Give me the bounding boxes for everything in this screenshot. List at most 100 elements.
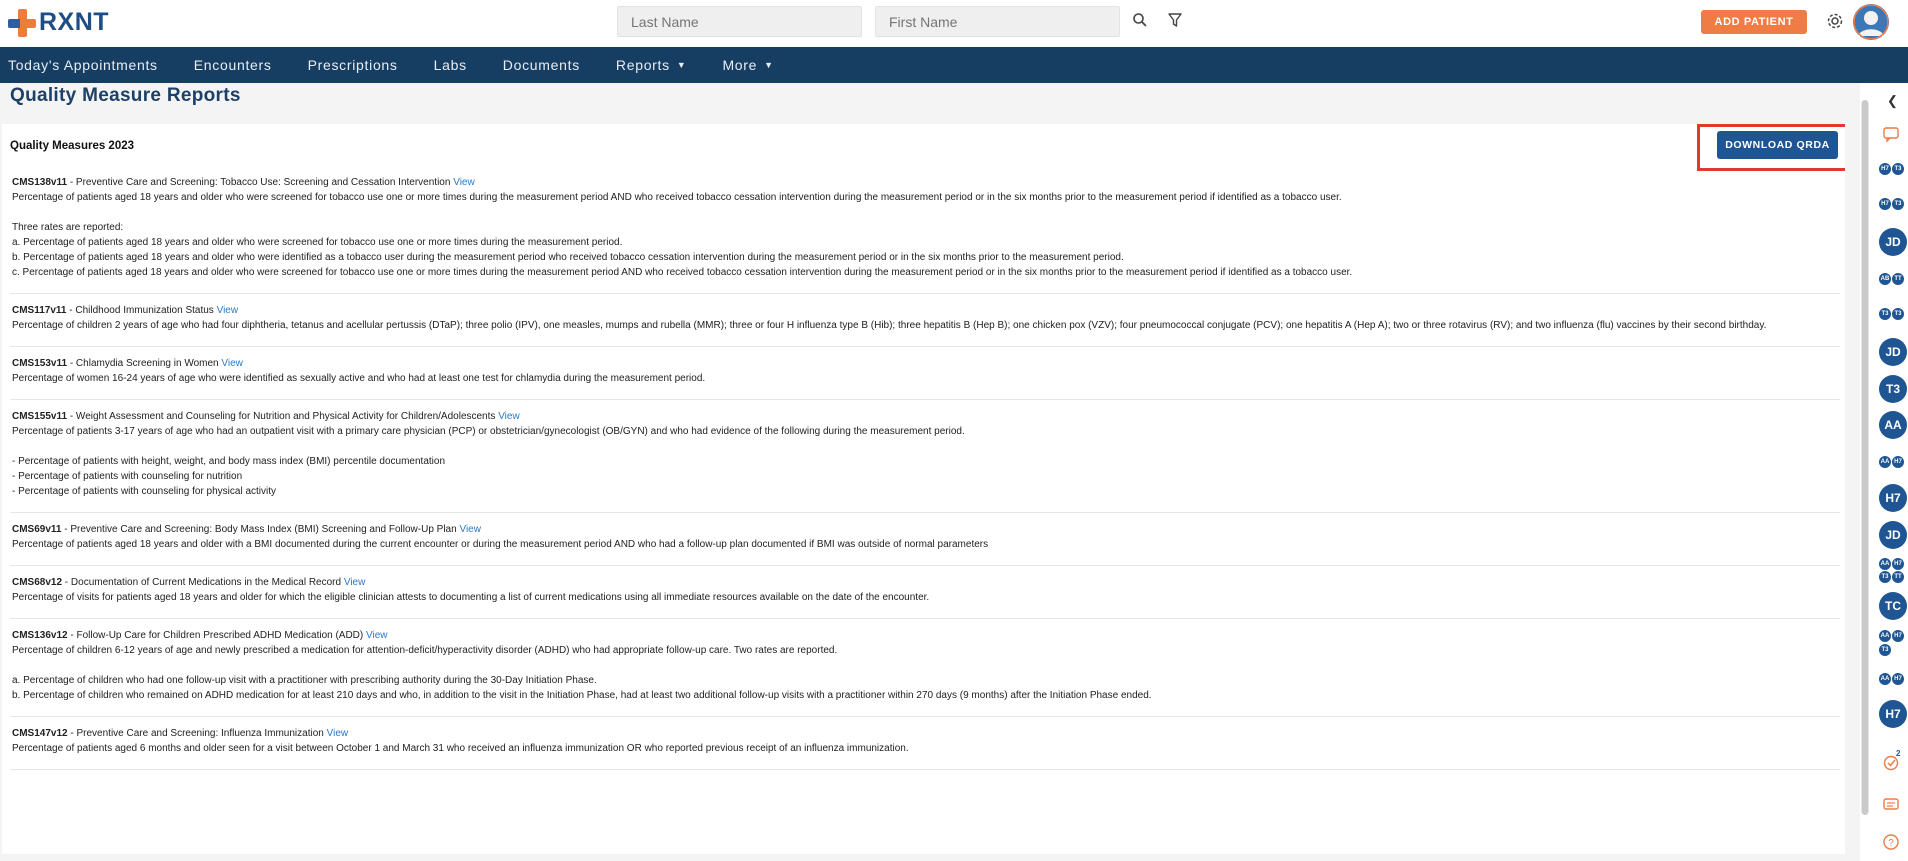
measure-description: Percentage of children 6-12 years of age…	[12, 645, 838, 656]
group-bubbles[interactable]: H7 T3	[1879, 198, 1904, 210]
help-icon[interactable]: ?	[1882, 833, 1900, 851]
nav-encounters[interactable]: Encounters	[186, 57, 290, 73]
add-patient-button[interactable]: ADD PATIENT	[1701, 10, 1807, 34]
nav-todays-appointments[interactable]: Today's Appointments	[0, 57, 176, 73]
chevron-down-icon: ▼	[764, 60, 774, 70]
user-bubble[interactable]: AA	[1879, 411, 1907, 439]
mini-bubble: H7	[1879, 198, 1891, 210]
nav-label: Labs	[433, 57, 467, 73]
scrollbar[interactable]	[1861, 100, 1869, 815]
mini-bubble: AA	[1879, 558, 1891, 570]
view-link[interactable]: View	[344, 577, 366, 588]
measure-code: CMS69v11	[12, 524, 62, 535]
measure-description: Percentage of women 16-24 years of age w…	[12, 373, 706, 384]
rxnt-logo[interactable]: RXNT	[8, 8, 109, 37]
logo-cross-icon	[8, 8, 36, 37]
nav-labs[interactable]: Labs	[426, 57, 485, 73]
group-bubbles[interactable]: AB TT	[1879, 273, 1904, 285]
measure-code: CMS138v11	[12, 177, 68, 188]
nav-label: Reports	[615, 57, 670, 73]
measure-code: CMS117v11	[12, 305, 67, 316]
measure-name: - Chlamydia Screening in Women	[67, 358, 222, 369]
measure-description: - Percentage of patients with height, we…	[12, 456, 446, 467]
view-link[interactable]: View	[366, 630, 388, 641]
measure-description: b. Percentage of children who remained o…	[12, 690, 1152, 701]
mini-bubble: H7	[1892, 558, 1904, 570]
measure-description: - Percentage of patients with counseling…	[12, 471, 243, 482]
group-bubbles[interactable]: AA H7	[1879, 558, 1904, 570]
measure-heading: CMS147v12 - Preventive Care and Screenin…	[12, 726, 1840, 741]
user-bubble[interactable]: H7	[1879, 484, 1907, 512]
user-bubble[interactable]: T3	[1879, 375, 1907, 403]
user-bubble[interactable]: JD	[1879, 228, 1907, 256]
measure-description: a. Percentage of children who had one fo…	[12, 675, 597, 686]
group-bubbles[interactable]: H7 T3	[1879, 163, 1904, 175]
nav-reports[interactable]: Reports ▼	[608, 57, 705, 73]
group-bubbles[interactable]: AA H7	[1879, 673, 1904, 685]
group-bubbles[interactable]: T3 TT	[1879, 571, 1904, 583]
group-bubbles[interactable]: AA H7	[1879, 456, 1904, 468]
logo-text: RXNT	[39, 8, 110, 36]
view-link[interactable]: View	[498, 411, 520, 422]
task-count-badge: 2	[1896, 749, 1901, 758]
gear-icon[interactable]	[1823, 9, 1847, 33]
chat-icon[interactable]	[1882, 125, 1900, 143]
first-name-input[interactable]	[875, 6, 1120, 37]
mini-bubble: H7	[1892, 456, 1904, 468]
last-name-input[interactable]	[617, 6, 862, 37]
user-bubble[interactable]: TC	[1879, 592, 1907, 620]
message-icon[interactable]	[1882, 796, 1900, 814]
measure-name: - Preventive Care and Screening: Tobacco…	[67, 177, 454, 188]
filter-icon[interactable]	[1163, 8, 1187, 32]
measure-description: Percentage of visits for patients aged 1…	[12, 592, 930, 603]
download-qrda-button[interactable]: DOWNLOAD QRDA	[1717, 131, 1838, 159]
mini-bubble: AB	[1879, 273, 1891, 285]
user-avatar[interactable]	[1853, 4, 1889, 40]
mini-bubble: T3	[1879, 571, 1891, 583]
measure-heading: CMS155v11 - Weight Assessment and Counse…	[12, 409, 1840, 424]
measure-item: CMS117v11 - Childhood Immunization Statu…	[10, 294, 1840, 347]
chevron-left-icon[interactable]: ❮	[1887, 93, 1898, 109]
measure-code: CMS153v11	[12, 358, 68, 369]
measure-code: CMS68v12	[12, 577, 63, 588]
mini-bubble: H7	[1892, 630, 1904, 642]
measure-description: Percentage of patients aged 18 years and…	[12, 192, 1342, 203]
measure-heading: CMS138v11 - Preventive Care and Screenin…	[12, 175, 1840, 190]
view-link[interactable]: View	[327, 728, 349, 739]
section-title: Quality Measures 2023	[10, 140, 135, 152]
mini-bubble: AA	[1879, 673, 1891, 685]
measure-item: CMS136v12 - Follow-Up Care for Children …	[10, 619, 1840, 717]
view-link[interactable]: View	[453, 177, 475, 188]
mini-bubble: TT	[1892, 571, 1904, 583]
measure-code: CMS147v12	[12, 728, 68, 739]
page-title: Quality Measure Reports	[10, 85, 241, 106]
nav-documents[interactable]: Documents	[495, 57, 598, 73]
group-bubbles[interactable]: T3 T3	[1879, 308, 1904, 320]
user-bubble[interactable]: JD	[1879, 521, 1907, 549]
group-bubbles[interactable]: T3	[1879, 644, 1891, 656]
measure-heading: CMS117v11 - Childhood Immunization Statu…	[12, 303, 1840, 318]
view-link[interactable]: View	[459, 524, 481, 535]
measure-code: CMS155v11	[12, 411, 68, 422]
measure-item: CMS147v12 - Preventive Care and Screenin…	[10, 717, 1840, 770]
measure-heading: CMS69v11 - Preventive Care and Screening…	[12, 522, 1840, 537]
measure-description: Percentage of patients aged 6 months and…	[12, 743, 909, 754]
group-bubbles[interactable]: AA H7	[1879, 630, 1904, 642]
scrollbar-thumb[interactable]	[1862, 100, 1868, 815]
measure-name: - Preventive Care and Screening: Influen…	[67, 728, 327, 739]
nav-more[interactable]: More ▼	[714, 57, 791, 73]
view-link[interactable]: View	[217, 305, 239, 316]
user-bubble[interactable]: JD	[1879, 338, 1907, 366]
chevron-down-icon: ▼	[676, 60, 687, 70]
view-link[interactable]: View	[221, 358, 243, 369]
measure-description: Percentage of patients aged 18 years and…	[12, 539, 989, 550]
mini-bubble: AA	[1879, 630, 1891, 642]
user-bubble[interactable]: H7	[1879, 700, 1907, 728]
nav-prescriptions[interactable]: Prescriptions	[300, 57, 416, 73]
top-bar: RXNT ADD PATIENT	[0, 0, 1908, 47]
search-icon[interactable]	[1128, 8, 1152, 32]
measure-item: CMS138v11 - Preventive Care and Screenin…	[10, 166, 1840, 294]
measure-list: CMS138v11 - Preventive Care and Screenin…	[10, 166, 1840, 770]
